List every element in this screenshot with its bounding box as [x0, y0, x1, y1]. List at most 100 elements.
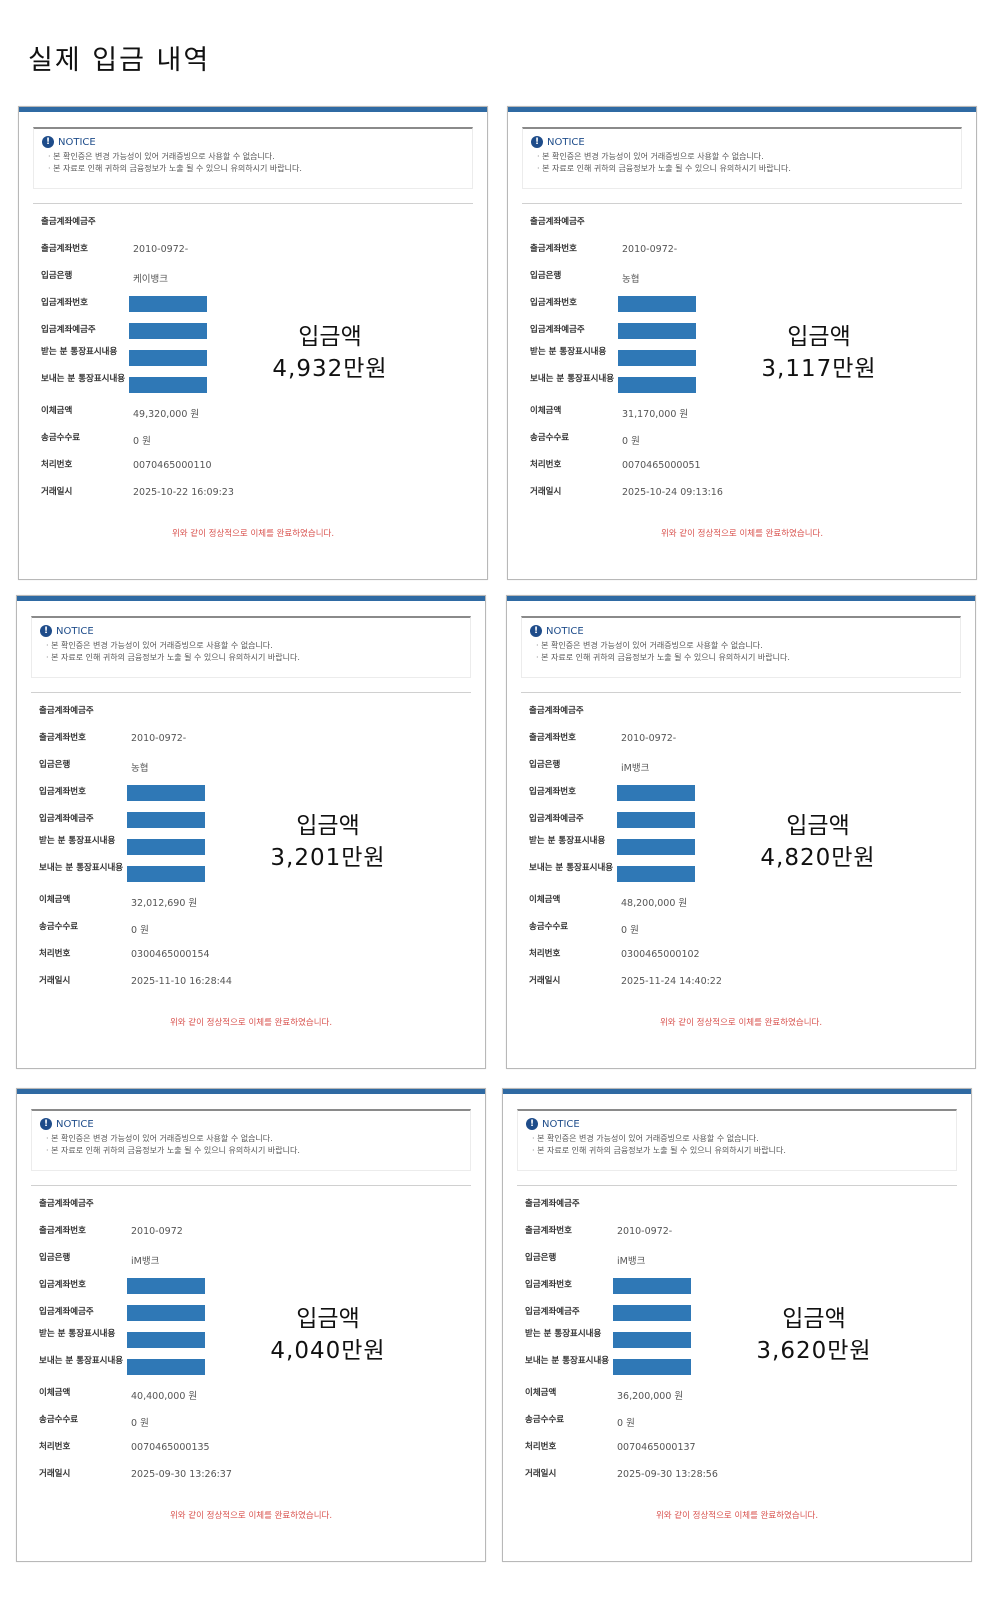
field-value: 0070465000135 [131, 1442, 210, 1453]
redaction-bar [613, 1332, 691, 1348]
field-bank: 입금은행 iM뱅크 [525, 1247, 725, 1274]
field-label: 이체금액 [530, 406, 562, 416]
field-label: 처리번호 [41, 460, 73, 470]
field-label: 보내는 분 통장표시내용 [530, 374, 615, 384]
deposit-amount-overlay: 입금액 4,820만원 [743, 810, 893, 874]
divider [517, 1185, 957, 1186]
field-value: 2010-0972- [622, 244, 678, 255]
field-bank: 입금은행 케이뱅크 [41, 265, 241, 292]
field-proc-no: 처리번호 0070465000135 [39, 1436, 239, 1463]
transfer-receipt: ! NOTICE 본 확인증은 변경 가능성이 있어 거래증빙으로 사용할 수 … [16, 595, 486, 1069]
field-value: 0 원 [617, 1418, 635, 1429]
deposit-amount-overlay: 입금액 3,620만원 [739, 1303, 889, 1367]
field-value: 0300465000154 [131, 949, 210, 960]
card-top-bar [17, 1089, 485, 1094]
notice-line: 본 확인증은 변경 가능성이 있어 거래증빙으로 사용할 수 없습니다. [532, 1133, 786, 1145]
info-icon: ! [526, 1118, 538, 1130]
notice-box: ! NOTICE 본 확인증은 변경 가능성이 있어 거래증빙으로 사용할 수 … [31, 616, 471, 678]
field-label: 입금계좌예금주 [529, 814, 584, 824]
field-value: 2010-0972- [621, 733, 677, 744]
redaction-bar [127, 866, 205, 882]
field-owner: 출금계좌예금주 [39, 700, 239, 727]
notice-text: 본 확인증은 변경 가능성이 있어 거래증빙으로 사용할 수 없습니다. 본 자… [532, 1133, 786, 1157]
field-value: 40,400,000 원 [131, 1391, 198, 1402]
field-in-account: 입금계좌번호 [41, 292, 241, 319]
redaction-bar [617, 785, 695, 801]
field-out-account: 출금계좌번호 2010-0972- [529, 727, 729, 754]
field-label: 이체금액 [39, 895, 71, 905]
field-label: 거래일시 [529, 976, 561, 986]
field-value: 2010-0972 [131, 1226, 183, 1237]
field-proc-no: 처리번호 0070465000051 [530, 454, 730, 481]
transfer-receipt: ! NOTICE 본 확인증은 변경 가능성이 있어 거래증빙으로 사용할 수 … [506, 595, 976, 1069]
field-label: 받는 분 통장표시내용 [39, 836, 116, 846]
deposit-amount-overlay: 입금액 3,117만원 [744, 321, 894, 385]
field-label: 거래일시 [39, 1469, 71, 1479]
completion-message: 위와 같이 정상적으로 이체를 완료하였습니다. [169, 1511, 333, 1521]
field-amount: 이체금액 31,170,000 원 [530, 400, 730, 427]
field-in-account: 입금계좌번호 [529, 781, 729, 808]
receipt-fields: 출금계좌예금주 출금계좌번호 2010-0972- 입금은행 농협 입금계좌번호… [530, 211, 730, 508]
redaction-bar [613, 1359, 691, 1375]
field-label: 입금계좌예금주 [41, 325, 96, 335]
field-label: 거래일시 [39, 976, 71, 986]
notice-line: 본 자료로 인해 귀하의 금융정보가 노출 될 수 있으니 유의하시기 바랍니다… [48, 163, 302, 175]
field-label: 이체금액 [41, 406, 73, 416]
field-label: 입금은행 [529, 760, 561, 770]
transfer-receipt: ! NOTICE 본 확인증은 변경 가능성이 있어 거래증빙으로 사용할 수 … [18, 106, 488, 580]
field-label: 받는 분 통장표시내용 [41, 347, 118, 357]
field-bank: 입금은행 농협 [39, 754, 239, 781]
field-value: 2010-0972- [617, 1226, 673, 1237]
field-label: 송금수수료 [525, 1415, 565, 1425]
transfer-receipt: ! NOTICE 본 확인증은 변경 가능성이 있어 거래증빙으로 사용할 수 … [16, 1088, 486, 1562]
redaction-bar [617, 839, 695, 855]
notice-text: 본 확인증은 변경 가능성이 있어 거래증빙으로 사용할 수 없습니다. 본 자… [537, 151, 791, 175]
field-fee: 송금수수료 0 원 [525, 1409, 725, 1436]
notice-label: NOTICE [542, 1118, 580, 1130]
field-owner: 출금계좌예금주 [39, 1193, 239, 1220]
field-label: 출금계좌예금주 [530, 217, 585, 227]
redaction-bar [617, 866, 695, 882]
field-in-owner: 입금계좌예금주 [39, 808, 239, 835]
field-label: 출금계좌예금주 [529, 706, 584, 716]
field-owner: 출금계좌예금주 [529, 700, 729, 727]
field-sender-memo: 보내는 분 통장표시내용 [530, 373, 730, 400]
notice-line: 본 확인증은 변경 가능성이 있어 거래증빙으로 사용할 수 없습니다. [536, 640, 790, 652]
field-label: 받는 분 통장표시내용 [39, 1329, 116, 1339]
card-top-bar [507, 596, 975, 601]
field-label: 출금계좌예금주 [41, 217, 96, 227]
notice-box: ! NOTICE 본 확인증은 변경 가능성이 있어 거래증빙으로 사용할 수 … [31, 1109, 471, 1171]
field-in-owner: 입금계좌예금주 [525, 1301, 725, 1328]
field-label: 받는 분 통장표시내용 [529, 836, 606, 846]
receipt-fields: 출금계좌예금주 출금계좌번호 2010-0972 입금은행 iM뱅크 입금계좌번… [39, 1193, 239, 1490]
redaction-bar [127, 812, 205, 828]
field-in-owner: 입금계좌예금주 [529, 808, 729, 835]
notice-box: ! NOTICE 본 확인증은 변경 가능성이 있어 거래증빙으로 사용할 수 … [517, 1109, 957, 1171]
field-amount: 이체금액 49,320,000 원 [41, 400, 241, 427]
field-value: 2025-09-30 13:26:37 [131, 1469, 232, 1480]
field-label: 송금수수료 [41, 433, 81, 443]
field-label: 출금계좌예금주 [39, 1199, 94, 1209]
field-value: 2010-0972- [131, 733, 187, 744]
redaction-bar [127, 1332, 205, 1348]
field-sender-memo: 보내는 분 통장표시내용 [39, 862, 239, 889]
field-value: 0 원 [131, 925, 149, 936]
field-label: 이체금액 [39, 1388, 71, 1398]
field-value: 0070465000137 [617, 1442, 696, 1453]
info-icon: ! [40, 1118, 52, 1130]
field-value: 2010-0972- [133, 244, 189, 255]
deposit-amount-overlay: 입금액 4,040만원 [253, 1303, 403, 1367]
notice-line: 본 자료로 인해 귀하의 금융정보가 노출 될 수 있으니 유의하시기 바랍니다… [46, 652, 300, 664]
field-value: 31,170,000 원 [622, 409, 689, 420]
field-label: 송금수수료 [530, 433, 570, 443]
field-in-owner: 입금계좌예금주 [530, 319, 730, 346]
field-sender-memo: 보내는 분 통장표시내용 [39, 1355, 239, 1382]
notice-text: 본 확인증은 변경 가능성이 있어 거래증빙으로 사용할 수 없습니다. 본 자… [46, 1133, 300, 1157]
field-proc-no: 처리번호 0070465000137 [525, 1436, 725, 1463]
notice-box: ! NOTICE 본 확인증은 변경 가능성이 있어 거래증빙으로 사용할 수 … [521, 616, 961, 678]
notice-label: NOTICE [56, 625, 94, 637]
redaction-bar [129, 377, 207, 393]
field-label: 입금계좌예금주 [530, 325, 585, 335]
field-label: 입금은행 [525, 1253, 557, 1263]
transfer-receipt: ! NOTICE 본 확인증은 변경 가능성이 있어 거래증빙으로 사용할 수 … [507, 106, 977, 580]
